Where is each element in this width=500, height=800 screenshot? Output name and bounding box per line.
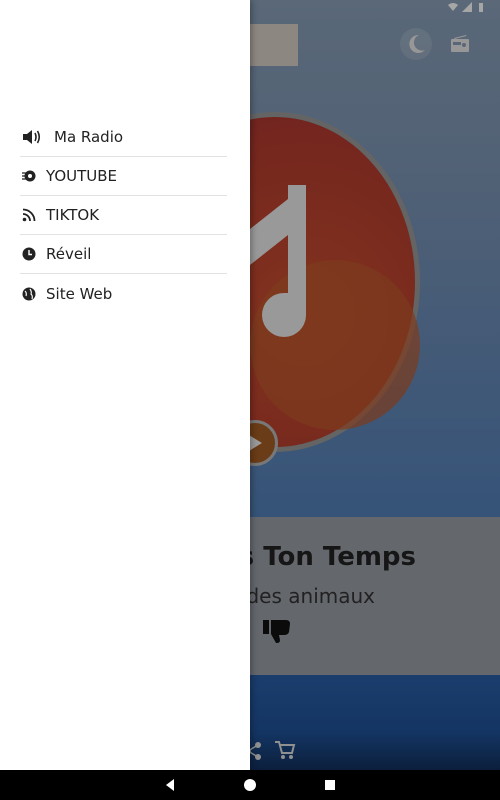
menu-item-tiktok[interactable]: TIKTOK — [20, 196, 227, 235]
youtube-icon — [20, 167, 38, 185]
recent-apps-icon[interactable] — [325, 780, 335, 790]
speaker-icon — [20, 128, 44, 146]
menu-item-site-web[interactable]: Site Web — [20, 274, 227, 313]
menu-item-label: Réveil — [46, 245, 92, 263]
globe-icon — [20, 285, 38, 303]
drawer-menu: Ma Radio YOUTUBE TIKTOK Réveil Site Web — [20, 118, 227, 313]
menu-item-label: YOUTUBE — [46, 167, 118, 185]
menu-item-label: Site Web — [46, 284, 113, 303]
menu-item-youtube[interactable]: YOUTUBE — [20, 157, 227, 196]
menu-item-reveil[interactable]: Réveil — [20, 235, 227, 274]
back-icon[interactable] — [163, 778, 177, 792]
menu-item-label: TIKTOK — [46, 206, 100, 224]
clock-icon — [20, 245, 38, 263]
system-navigation-bar — [0, 770, 500, 800]
rss-icon — [20, 206, 38, 224]
home-icon[interactable] — [244, 779, 256, 791]
menu-item-ma-radio[interactable]: Ma Radio — [20, 118, 227, 157]
navigation-drawer: Ma Radio YOUTUBE TIKTOK Réveil Site Web — [0, 0, 250, 770]
menu-item-label: Ma Radio — [54, 128, 124, 146]
